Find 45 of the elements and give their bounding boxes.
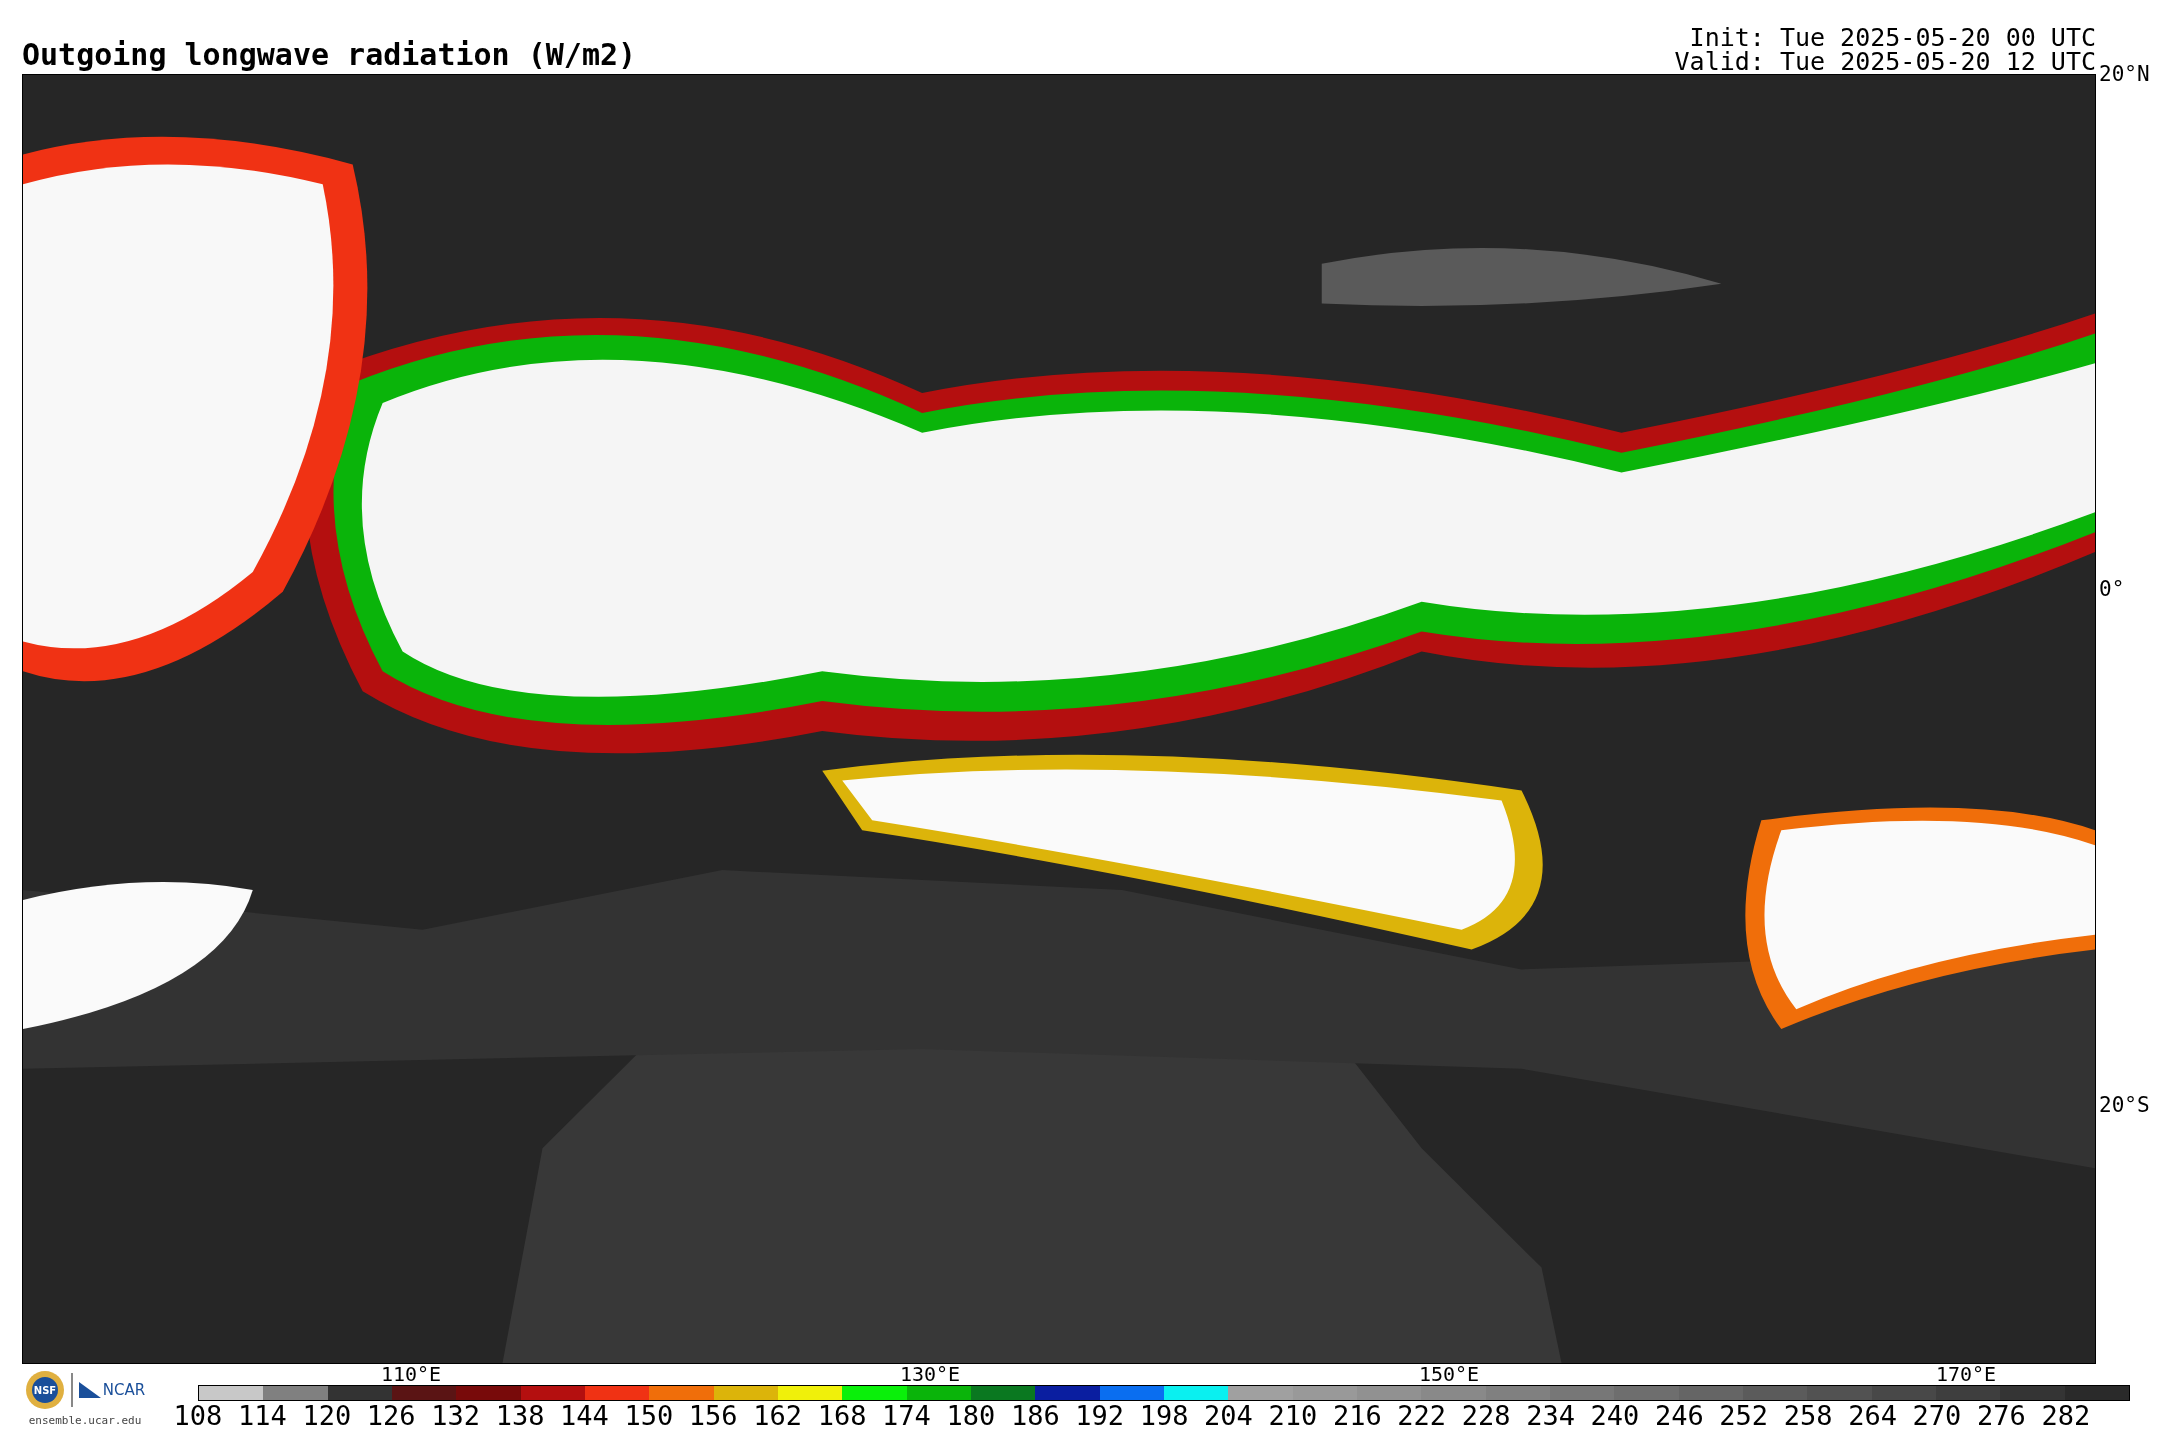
ncar-wordmark: NCAR xyxy=(102,1381,146,1399)
latitude-label: 0° xyxy=(2099,577,2125,600)
latitude-label: 20°N xyxy=(2099,63,2150,85)
colorbar-tick-label: 150 xyxy=(623,1401,675,1431)
colorbar-tick-label: 276 xyxy=(1976,1401,2027,1431)
colorbar-tick-label: 126 xyxy=(365,1401,417,1431)
longitude-label: 110°E xyxy=(380,1364,442,1385)
latitude-label: 20°S xyxy=(2099,1093,2150,1116)
triangle-logo-icon xyxy=(78,1382,101,1398)
chart-title: Outgoing longwave radiation (W/m2) xyxy=(22,38,637,72)
colorbar-tick-label: 222 xyxy=(1396,1401,1448,1431)
colorbar-tick-label: 228 xyxy=(1460,1401,1512,1431)
colorbar-tick-label: 192 xyxy=(1074,1401,1126,1431)
colorbar-tick-label: 144 xyxy=(559,1401,610,1431)
seal-logo: NSF xyxy=(24,1370,65,1410)
longitude-label: 130°E xyxy=(899,1364,961,1385)
colorbar-tick-label: 204 xyxy=(1203,1401,1254,1431)
colorbar-tick-label: 174 xyxy=(881,1401,932,1431)
valid-time: Valid: Tue 2025-05-20 12 UTC xyxy=(1674,50,2096,74)
colorbar-tick-label: 252 xyxy=(1718,1401,1770,1431)
colorbar-tick-label: 258 xyxy=(1782,1401,1834,1431)
colorbar-tick-label: 186 xyxy=(1009,1401,1061,1431)
colorbar-tick-label: 162 xyxy=(752,1401,804,1431)
colorbar-tick-label: 264 xyxy=(1847,1401,1898,1431)
colorbar-tick-label: 240 xyxy=(1589,1401,1641,1431)
colorbar-tick-label: 234 xyxy=(1525,1401,1576,1431)
colorbar-tick-label: 282 xyxy=(2040,1401,2092,1431)
colorbar-tick-label: 210 xyxy=(1267,1401,1319,1431)
colorbar-tick-label: 108 xyxy=(172,1401,224,1431)
logo-divider xyxy=(70,1373,73,1407)
colorbar-tick-label: 156 xyxy=(687,1401,739,1431)
colorbar-tick-label: 270 xyxy=(1911,1401,1963,1431)
colorbar-tick-label: 114 xyxy=(237,1401,288,1431)
colorbar-tick-label: 246 xyxy=(1653,1401,1705,1431)
colorbar-tick-label: 168 xyxy=(816,1401,868,1431)
colorbar-tick-label: 180 xyxy=(945,1401,997,1431)
init-time: Init: Tue 2025-05-20 00 UTC xyxy=(1689,26,2096,50)
colorbar-tick-label: 120 xyxy=(301,1401,353,1431)
colorbar-tick-label: 138 xyxy=(494,1401,546,1431)
colorbar-tick-label: 216 xyxy=(1331,1401,1383,1431)
longitude-label: 170°E xyxy=(1935,1364,1997,1385)
colorbar-tick-label: 198 xyxy=(1138,1401,1190,1431)
colorbar-tick-label: 132 xyxy=(430,1401,481,1431)
website-url: ensemble.ucar.edu xyxy=(28,1414,142,1427)
longitude-label: 150°E xyxy=(1418,1364,1480,1385)
